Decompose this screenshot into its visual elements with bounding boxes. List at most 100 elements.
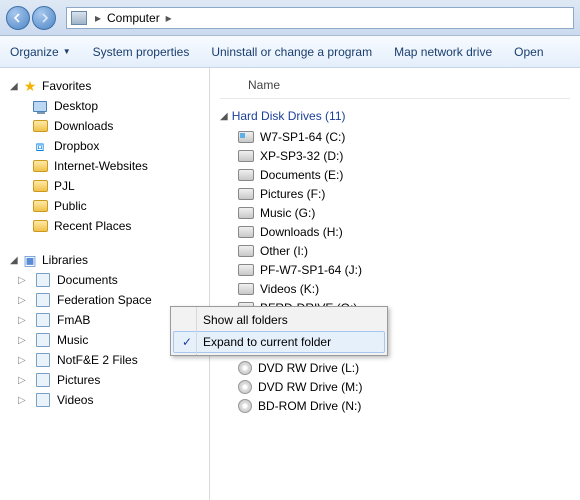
- drive-label: Videos (K:): [260, 282, 319, 296]
- folder-icon: [32, 158, 48, 174]
- sidebar-item[interactable]: Downloads: [4, 116, 205, 136]
- dropbox-icon: ⧈: [32, 138, 48, 154]
- folder-icon: [32, 118, 48, 134]
- map-network-drive-button[interactable]: Map network drive: [394, 45, 492, 59]
- disc-icon: [238, 361, 252, 375]
- libraries-icon: ▣: [22, 252, 38, 268]
- library-icon: [35, 292, 51, 308]
- favorites-header[interactable]: ◢ ★ Favorites: [4, 76, 205, 96]
- folder-icon: [32, 178, 48, 194]
- menu-show-all-folders[interactable]: Show all folders: [173, 309, 385, 331]
- back-button[interactable]: [6, 6, 30, 30]
- forward-button[interactable]: [32, 6, 56, 30]
- drive-item[interactable]: Other (I:): [220, 241, 570, 260]
- collapse-icon: ◢: [220, 111, 228, 122]
- drive-label: XP-SP3-32 (D:): [260, 149, 343, 163]
- expand-icon[interactable]: ▷: [18, 335, 27, 346]
- drive-item[interactable]: W7-SP1-64 (C:): [220, 127, 570, 146]
- category-hard-disk-drives[interactable]: ◢ Hard Disk Drives (11): [220, 105, 570, 127]
- chevron-down-icon: ▼: [63, 47, 71, 56]
- drive-item[interactable]: DVD RW Drive (L:): [220, 358, 570, 377]
- library-icon: [35, 372, 51, 388]
- sidebar-item-label: Pictures: [57, 373, 100, 387]
- sidebar-item[interactable]: ▷ Pictures: [4, 370, 205, 390]
- sidebar-item-label: Internet-Websites: [54, 159, 148, 173]
- sidebar-item-label: NotF&E 2 Files: [57, 353, 138, 367]
- system-properties-button[interactable]: System properties: [93, 45, 190, 59]
- open-button[interactable]: Open: [514, 45, 543, 59]
- disc-icon: [238, 380, 252, 394]
- collapse-icon[interactable]: ◢: [10, 81, 22, 92]
- disc-icon: [238, 399, 252, 413]
- drive-icon: [238, 283, 254, 295]
- sidebar-item-label: Recent Places: [54, 219, 131, 233]
- column-header-name[interactable]: Name: [220, 74, 570, 99]
- sidebar-item-label: Videos: [57, 393, 93, 407]
- drive-label: Pictures (F:): [260, 187, 325, 201]
- sidebar-item-label: Documents: [57, 273, 118, 287]
- expand-icon[interactable]: ▷: [18, 395, 27, 406]
- navigation-pane[interactable]: ◢ ★ Favorites Desktop Downloads ⧈ Dropbox In…: [0, 68, 210, 500]
- breadcrumb-separator-icon[interactable]: ▸: [93, 11, 103, 25]
- drive-item[interactable]: BD-ROM Drive (N:): [220, 396, 570, 415]
- desktop-icon: [32, 98, 48, 114]
- folder-icon: [32, 218, 48, 234]
- sidebar-item[interactable]: ▷ Documents: [4, 270, 205, 290]
- drive-label: DVD RW Drive (L:): [258, 361, 359, 375]
- library-icon: [35, 352, 51, 368]
- library-icon: [35, 312, 51, 328]
- drive-label: Documents (E:): [260, 168, 343, 182]
- command-bar: Organize▼ System properties Uninstall or…: [0, 36, 580, 68]
- drive-icon: [238, 264, 254, 276]
- drive-item[interactable]: PF-W7-SP1-64 (J:): [220, 260, 570, 279]
- sidebar-item[interactable]: Internet-Websites: [4, 156, 205, 176]
- drive-item[interactable]: DVD RW Drive (M:): [220, 377, 570, 396]
- sidebar-item[interactable]: Desktop: [4, 96, 205, 116]
- drive-label: Downloads (H:): [260, 225, 343, 239]
- expand-icon[interactable]: ▷: [18, 375, 27, 386]
- drive-item[interactable]: Music (G:): [220, 203, 570, 222]
- breadcrumb-separator-icon[interactable]: ▸: [164, 11, 174, 25]
- breadcrumb-location[interactable]: Computer: [103, 11, 164, 25]
- drive-icon: [238, 188, 254, 200]
- sidebar-item[interactable]: Recent Places: [4, 216, 205, 236]
- expand-icon[interactable]: ▷: [18, 275, 27, 286]
- address-bar[interactable]: ▸ Computer ▸: [66, 7, 574, 29]
- sidebar-item[interactable]: PJL: [4, 176, 205, 196]
- drive-label: BD-ROM Drive (N:): [258, 399, 361, 413]
- organize-button[interactable]: Organize▼: [10, 45, 71, 59]
- sidebar-item[interactable]: Public: [4, 196, 205, 216]
- titlebar: ▸ Computer ▸: [0, 0, 580, 36]
- folder-icon: [32, 198, 48, 214]
- drive-item[interactable]: XP-SP3-32 (D:): [220, 146, 570, 165]
- expand-icon[interactable]: ▷: [18, 355, 27, 366]
- drive-item[interactable]: Downloads (H:): [220, 222, 570, 241]
- star-icon: ★: [22, 78, 38, 94]
- libraries-header[interactable]: ◢ ▣ Libraries: [4, 250, 205, 270]
- collapse-icon[interactable]: ◢: [10, 255, 22, 266]
- sidebar-item-label: FmAB: [57, 313, 90, 327]
- menu-expand-to-current-folder[interactable]: ✓ Expand to current folder: [173, 331, 385, 353]
- drive-icon: [238, 131, 254, 143]
- library-icon: [35, 392, 51, 408]
- drive-icon: [238, 169, 254, 181]
- sidebar-item[interactable]: ⧈ Dropbox: [4, 136, 205, 156]
- uninstall-button[interactable]: Uninstall or change a program: [211, 45, 372, 59]
- drive-item[interactable]: Documents (E:): [220, 165, 570, 184]
- drive-item[interactable]: Pictures (F:): [220, 184, 570, 203]
- drive-label: W7-SP1-64 (C:): [260, 130, 345, 144]
- expand-icon[interactable]: ▷: [18, 315, 27, 326]
- sidebar-item-label: Downloads: [54, 119, 113, 133]
- sidebar-item[interactable]: ▷ Videos: [4, 390, 205, 410]
- drive-label: Music (G:): [260, 206, 315, 220]
- drive-icon: [238, 226, 254, 238]
- content-pane[interactable]: Name ◢ Hard Disk Drives (11) W7-SP1-64 (…: [210, 68, 580, 500]
- expand-icon[interactable]: ▷: [18, 295, 27, 306]
- sidebar-item-label: PJL: [54, 179, 75, 193]
- sidebar-item-label: Dropbox: [54, 139, 99, 153]
- check-icon: ✓: [177, 335, 197, 349]
- library-icon: [35, 272, 51, 288]
- library-icon: [35, 332, 51, 348]
- sidebar-item-label: Music: [57, 333, 88, 347]
- drive-item[interactable]: Videos (K:): [220, 279, 570, 298]
